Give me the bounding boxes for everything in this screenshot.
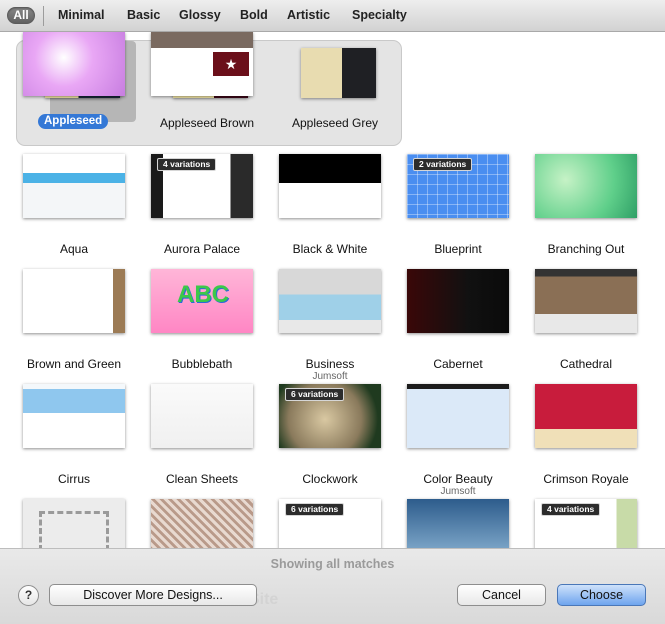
theme-thumbnail[interactable]	[407, 499, 509, 548]
theme-grid: 3 variationsAppleseedAppleseed BrownAppl…	[0, 32, 665, 548]
theme-thumbnail[interactable]: ★	[151, 32, 253, 96]
theme-name: Cathedral	[559, 357, 613, 371]
variations-badge: 6 variations	[285, 388, 345, 401]
variations-badge: 4 variations	[541, 503, 601, 516]
variations-badge: 6 variations	[285, 503, 345, 516]
theme-thumbnail[interactable]	[279, 269, 381, 333]
dashed-frame	[39, 511, 109, 548]
bottom-bar: Go Live with Your Site Showing all match…	[0, 548, 665, 624]
bubble-letters-art: ABC	[177, 281, 229, 308]
theme-name: Business	[305, 357, 355, 371]
filter-glossy[interactable]: Glossy	[179, 8, 221, 22]
discover-more-designs-button[interactable]: Discover More Designs...	[49, 584, 257, 606]
theme-thumbnail[interactable]: 6 variations	[279, 384, 381, 448]
theme-thumbnail[interactable]	[23, 499, 125, 548]
theme-name: Appleseed Grey	[291, 116, 379, 130]
theme-name: Appleseed	[38, 114, 109, 129]
theme-name: Bubblebath	[171, 357, 233, 371]
theme-thumbnail[interactable]: 4 variations	[151, 154, 253, 218]
theme-thumbnail[interactable]: 6 variations	[279, 499, 381, 548]
theme-thumbnail[interactable]: 2 variations	[407, 154, 509, 218]
theme-thumbnail[interactable]	[23, 154, 125, 218]
theme-name: Blueprint	[434, 242, 482, 256]
theme-thumbnail[interactable]	[279, 154, 381, 218]
theme-thumbnail[interactable]	[151, 384, 253, 448]
filter-basic[interactable]: Basic	[127, 8, 160, 22]
theme-thumbnail[interactable]	[535, 269, 637, 333]
cancel-button[interactable]: Cancel	[457, 584, 546, 606]
theme-thumbnail[interactable]: 4 variations	[535, 499, 637, 548]
theme-name: Aqua	[59, 242, 89, 256]
theme-name: Brown and Green	[26, 357, 122, 371]
theme-thumbnail[interactable]: ABC	[151, 269, 253, 333]
theme-thumbnail[interactable]	[23, 32, 125, 96]
theme-name: Aurora Palace	[163, 242, 241, 256]
star-icon: ★	[213, 52, 249, 76]
theme-name: Appleseed Brown	[159, 116, 255, 130]
theme-thumbnail[interactable]	[407, 269, 509, 333]
theme-thumbnail[interactable]	[535, 154, 637, 218]
theme-thumbnail[interactable]	[23, 384, 125, 448]
help-button[interactable]: ?	[18, 585, 39, 606]
choose-button[interactable]: Choose	[557, 584, 646, 606]
filter-all-button[interactable]: All	[7, 7, 35, 24]
theme-name: Black & White	[292, 242, 368, 256]
status-text: Showing all matches	[270, 557, 395, 571]
theme-name: Branching Out	[547, 242, 625, 256]
theme-thumbnail[interactable]	[301, 48, 376, 98]
filter-bold[interactable]: Bold	[240, 8, 268, 22]
toolbar-divider	[43, 6, 44, 26]
filter-specialty[interactable]: Specialty	[352, 8, 407, 22]
theme-thumbnail[interactable]	[23, 269, 125, 333]
theme-thumbnail[interactable]	[535, 384, 637, 448]
theme-thumbnail[interactable]	[407, 384, 509, 448]
theme-name: Color Beauty	[423, 472, 493, 486]
theme-name: Cirrus	[58, 472, 90, 486]
variations-badge: 4 variations	[157, 158, 217, 171]
variations-badge: 2 variations	[413, 158, 473, 171]
theme-author: Jumsoft	[440, 486, 476, 497]
theme-name: Clockwork	[302, 472, 358, 486]
filter-minimal[interactable]: Minimal	[58, 8, 105, 22]
theme-name: Clean Sheets	[165, 472, 239, 486]
theme-author: Jumsoft	[312, 371, 348, 382]
theme-name: Crimson Royale	[543, 472, 629, 486]
filter-artistic[interactable]: Artistic	[287, 8, 330, 22]
filter-bar: All Minimal Basic Glossy Bold Artistic S…	[0, 0, 665, 32]
theme-name: Cabernet	[433, 357, 483, 371]
theme-thumbnail[interactable]	[151, 499, 253, 548]
